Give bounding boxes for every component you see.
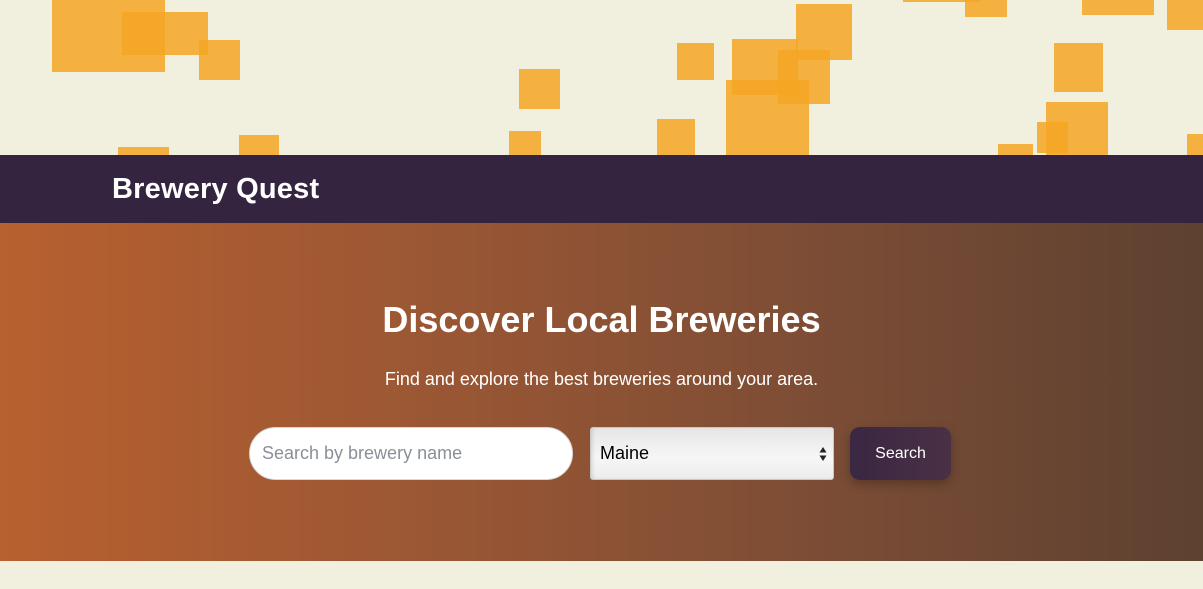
search-button[interactable]: Search bbox=[850, 427, 951, 480]
decorative-square bbox=[796, 4, 852, 60]
brewery-search-input[interactable] bbox=[249, 427, 573, 480]
decorative-square bbox=[657, 119, 695, 155]
state-select-value: Maine bbox=[600, 443, 650, 463]
decorative-square bbox=[1037, 122, 1068, 153]
decorative-squares-banner bbox=[0, 0, 1203, 155]
decorative-square bbox=[677, 43, 714, 80]
decorative-square bbox=[118, 147, 169, 155]
state-select[interactable]: Maine bbox=[590, 427, 834, 480]
decorative-square bbox=[199, 40, 240, 80]
decorative-square bbox=[998, 144, 1033, 155]
decorative-square bbox=[519, 69, 560, 109]
decorative-square bbox=[1054, 43, 1103, 92]
hero-subtitle: Find and explore the best breweries arou… bbox=[384, 369, 819, 389]
decorative-square bbox=[1082, 0, 1154, 15]
hero-title: Discover Local Breweries bbox=[382, 299, 821, 340]
decorative-square bbox=[122, 12, 208, 55]
up-down-arrows-icon bbox=[819, 446, 827, 462]
hero-section: Discover Local Breweries Find and explor… bbox=[0, 223, 1203, 561]
top-navbar: Brewery Quest bbox=[0, 155, 1203, 223]
decorative-square bbox=[1167, 0, 1203, 30]
decorative-square bbox=[965, 0, 1007, 17]
decorative-square bbox=[1187, 134, 1203, 155]
brand-title[interactable]: Brewery Quest bbox=[112, 155, 319, 223]
decorative-square bbox=[509, 131, 541, 155]
decorative-square bbox=[239, 135, 279, 155]
